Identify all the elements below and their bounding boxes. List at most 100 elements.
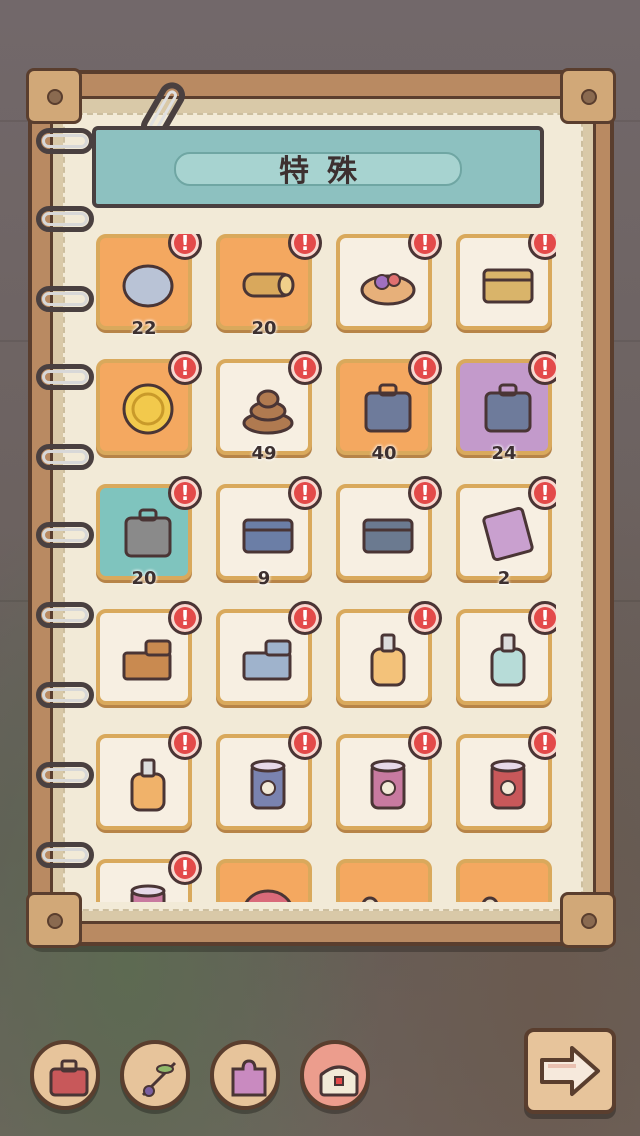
item-slot[interactable] — [96, 726, 202, 830]
binder-ring — [36, 128, 94, 154]
item-tile[interactable] — [456, 859, 552, 902]
item-count: 24 — [491, 443, 517, 464]
alert-badge-icon — [528, 726, 556, 760]
puzzle-tab-button[interactable] — [210, 1040, 280, 1110]
binder-ring — [36, 682, 94, 708]
item-tile[interactable] — [216, 859, 312, 902]
alert-badge-icon — [288, 351, 322, 385]
alert-badge-icon — [408, 601, 442, 635]
cheese-box-icon — [480, 256, 536, 312]
soap-bottle-blue-icon — [480, 631, 536, 687]
item-slot[interactable]: 9 — [216, 476, 322, 589]
item-slot[interactable] — [336, 859, 432, 902]
item-slot[interactable] — [336, 476, 442, 580]
item-count: 20 — [251, 318, 277, 339]
item-slot[interactable] — [216, 726, 322, 830]
item-slot[interactable] — [336, 726, 442, 830]
puzzle-icon — [231, 1059, 267, 1097]
storage-chest-icon — [240, 506, 296, 562]
arrow-right-icon — [540, 1046, 600, 1096]
category-header: 特殊 — [92, 126, 544, 208]
item-slot[interactable]: 20 — [216, 234, 322, 339]
berry-branch-icon — [141, 1061, 177, 1097]
star-suitcase-icon — [120, 506, 176, 562]
bottle-icon — [120, 756, 176, 812]
chest-tab-button[interactable] — [300, 1040, 370, 1110]
bag-tab-button[interactable] — [30, 1040, 100, 1110]
alert-badge-icon — [288, 476, 322, 510]
fruit-tart-icon — [360, 256, 416, 312]
tin-can-small-icon — [120, 881, 176, 902]
ticket-pouch-icon — [360, 506, 416, 562]
condom-packet-icon — [480, 506, 536, 562]
bone-icon — [480, 881, 536, 902]
item-count: 9 — [257, 568, 271, 589]
briefcase-icon — [49, 1059, 89, 1097]
alert-badge-icon — [408, 476, 442, 510]
corner-bracket — [560, 68, 616, 124]
item-count: 22 — [131, 318, 157, 339]
binder-ring — [36, 842, 94, 868]
item-slot[interactable] — [456, 726, 556, 830]
alert-badge-icon — [408, 351, 442, 385]
item-slot[interactable] — [336, 234, 442, 330]
alert-badge-icon — [168, 851, 202, 885]
binder-ring — [36, 364, 94, 390]
item-slot[interactable]: 40 — [336, 351, 442, 464]
item-slot[interactable] — [456, 234, 556, 330]
alert-badge-icon — [528, 601, 556, 635]
stone-brick-icon — [240, 631, 296, 687]
binder-ring — [36, 206, 94, 232]
tin-can-skull-icon — [240, 756, 296, 812]
corner-bracket — [560, 892, 616, 948]
item-slot[interactable]: 49 — [216, 351, 322, 464]
item-tile[interactable] — [336, 859, 432, 902]
corner-bracket — [26, 892, 82, 948]
alert-badge-icon — [288, 726, 322, 760]
next-page-button[interactable] — [524, 1028, 616, 1114]
item-count: 2 — [497, 568, 511, 589]
binder-ring — [36, 444, 94, 470]
tin-can-pink-icon — [360, 756, 416, 812]
treasure-chest-icon — [319, 1065, 359, 1097]
soap-bottle-orange-icon — [360, 631, 416, 687]
tentacle-icon — [240, 881, 296, 902]
alert-badge-icon — [168, 601, 202, 635]
alert-badge-icon — [408, 726, 442, 760]
page-title: 特殊 — [279, 154, 375, 189]
item-slot[interactable]: 20 — [96, 476, 202, 589]
item-slot[interactable] — [456, 859, 552, 902]
item-grid: 22 20 49 40 24 20 9 2 — [96, 234, 556, 902]
item-slot[interactable] — [456, 601, 556, 705]
wood-log-icon — [240, 256, 296, 312]
bone-icon — [360, 881, 416, 902]
alert-badge-icon — [288, 601, 322, 635]
plant-tab-button[interactable] — [120, 1040, 190, 1110]
item-slot[interactable] — [336, 601, 442, 705]
binder-ring — [36, 602, 94, 628]
item-slot[interactable] — [96, 601, 202, 705]
fossil-stone-icon — [120, 256, 176, 312]
item-slot[interactable] — [216, 859, 312, 902]
item-slot[interactable]: 22 — [96, 234, 202, 339]
alert-badge-icon — [528, 476, 556, 510]
corner-bracket — [26, 68, 82, 124]
suitcase-purple-icon — [480, 381, 536, 437]
item-slot[interactable] — [216, 601, 322, 705]
poop-icon — [240, 381, 296, 437]
item-slot[interactable]: 2 — [456, 476, 556, 589]
item-count: 49 — [251, 443, 277, 464]
alert-badge-icon — [528, 351, 556, 385]
suitcase-orange-icon — [360, 381, 416, 437]
item-count: 20 — [131, 568, 157, 589]
tin-can-red-icon — [480, 756, 536, 812]
item-slot[interactable] — [96, 351, 202, 455]
item-slot[interactable] — [96, 851, 202, 902]
alert-badge-icon — [168, 476, 202, 510]
alert-badge-icon — [168, 726, 202, 760]
item-count: 40 — [371, 443, 397, 464]
binder-ring — [36, 286, 94, 312]
binder-ring — [36, 522, 94, 548]
alert-badge-icon — [168, 351, 202, 385]
item-slot[interactable]: 24 — [456, 351, 556, 464]
